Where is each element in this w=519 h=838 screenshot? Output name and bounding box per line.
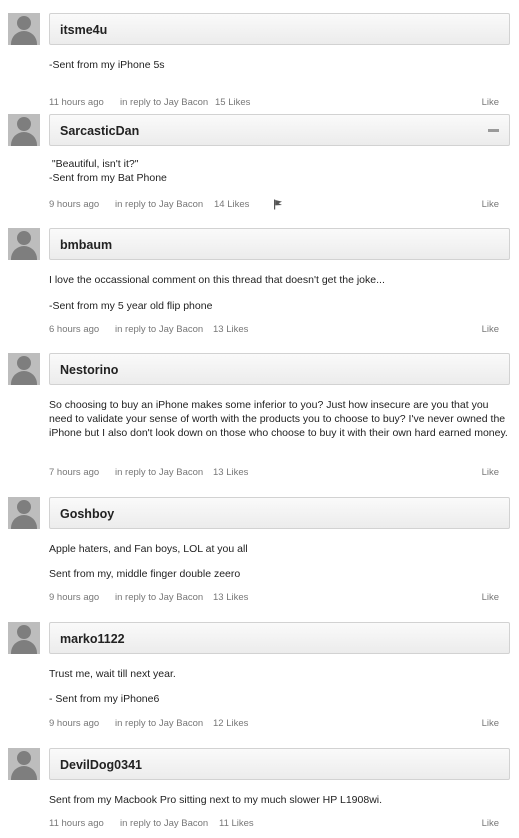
comment-meta: 9 hours ago in reply to Jay Bacon 14 Likes…: [49, 199, 499, 211]
timestamp-link[interactable]: 11 hours ago: [49, 97, 104, 108]
likes-count[interactable]: 15 Likes: [215, 97, 250, 108]
in-reply-to-link[interactable]: in reply to Jay Bacon: [115, 592, 203, 603]
author-name[interactable]: DevilDog0341: [60, 758, 142, 772]
likes-count[interactable]: 13 Likes: [213, 592, 248, 603]
comment-meta: 11 hours ago in reply to Jay Bacon 15 Like…: [49, 97, 499, 109]
likes-count[interactable]: 14 Likes: [214, 199, 249, 210]
comment-body: "Beautiful, isn't it?" -Sent from my Bat…: [49, 157, 511, 185]
comment-header-bar: Goshboy: [49, 497, 510, 529]
author-name[interactable]: marko1122: [60, 632, 125, 646]
collapse-icon[interactable]: [488, 129, 499, 132]
like-button[interactable]: Like: [482, 592, 499, 603]
comment-paragraph: Trust me, wait till next year.: [49, 668, 176, 680]
timestamp-link[interactable]: 9 hours ago: [49, 199, 99, 210]
comment-paragraph: So choosing to buy an iPhone makes some …: [49, 399, 509, 439]
timestamp-link[interactable]: 11 hours ago: [49, 818, 104, 829]
comment-header-bar: Nestorino: [49, 353, 510, 385]
like-button[interactable]: Like: [482, 467, 499, 478]
comment-header-bar: bmbaum: [49, 228, 510, 260]
in-reply-to-link[interactable]: in reply to Jay Bacon: [115, 467, 203, 478]
in-reply-to-link[interactable]: in reply to Jay Bacon: [120, 97, 208, 108]
like-button[interactable]: Like: [482, 97, 499, 108]
timestamp-link[interactable]: 9 hours ago: [49, 718, 99, 729]
in-reply-to-link[interactable]: in reply to Jay Bacon: [115, 199, 203, 210]
like-button[interactable]: Like: [482, 324, 499, 335]
comment-header-bar: SarcasticDan: [49, 114, 510, 146]
comment-paragraph: Sent from my, middle finger double zeero: [49, 568, 241, 580]
comment-paragraph: -Sent from my 5 year old flip phone: [49, 300, 213, 312]
comment-paragraph: -Sent from my iPhone 5s: [49, 59, 165, 71]
in-reply-to-link[interactable]: in reply to Jay Bacon: [115, 718, 203, 729]
author-name[interactable]: SarcasticDan: [60, 124, 139, 138]
author-name[interactable]: itsme4u: [60, 23, 107, 37]
author-name[interactable]: bmbaum: [60, 238, 112, 252]
comment-body: So choosing to buy an iPhone makes some …: [49, 398, 511, 440]
in-reply-to-link[interactable]: in reply to Jay Bacon: [115, 324, 203, 335]
comment-paragraph: Apple haters, and Fan boys, LOL at you a…: [49, 543, 248, 555]
comment-meta: 9 hours ago in reply to Jay Bacon 13 Likes…: [49, 592, 499, 604]
like-button[interactable]: Like: [482, 818, 499, 829]
likes-count[interactable]: 13 Likes: [213, 467, 248, 478]
comment-body: I love the occassional comment on this t…: [49, 273, 511, 313]
author-name[interactable]: Goshboy: [60, 507, 114, 521]
comment-body: -Sent from my iPhone 5s: [49, 58, 511, 72]
comment-header-bar: itsme4u: [49, 13, 510, 45]
comment-meta: 9 hours ago in reply to Jay Bacon 12 Likes…: [49, 718, 499, 730]
comment-meta: 6 hours ago in reply to Jay Bacon 13 Likes…: [49, 324, 499, 336]
in-reply-to-link[interactable]: in reply to Jay Bacon: [120, 818, 208, 829]
like-button[interactable]: Like: [482, 199, 499, 210]
comment-list: itsme4u -Sent from my iPhone 5s 11 hours a…: [0, 0, 519, 838]
comment-paragraph: "Beautiful, isn't it?" -Sent from my Bat…: [49, 158, 167, 184]
author-name[interactable]: Nestorino: [60, 363, 118, 377]
avatar-placeholder-icon[interactable]: [8, 353, 40, 385]
timestamp-link[interactable]: 6 hours ago: [49, 324, 99, 335]
likes-count[interactable]: 12 Likes: [213, 718, 248, 729]
comment-header-bar: DevilDog0341: [49, 748, 510, 780]
avatar-placeholder-icon[interactable]: [8, 114, 40, 146]
likes-count[interactable]: 13 Likes: [213, 324, 248, 335]
comment-body: Trust me, wait till next year. - Sent fro…: [49, 667, 511, 706]
comment-paragraph: I love the occassional comment on this t…: [49, 274, 385, 286]
comment-body: Apple haters, and Fan boys, LOL at you a…: [49, 542, 511, 581]
avatar-placeholder-icon[interactable]: [8, 622, 40, 654]
comment-paragraph: Sent from my Macbook Pro sitting next to…: [49, 794, 383, 806]
comment-meta: 11 hours ago in reply to Jay Bacon 11 Like…: [49, 818, 499, 830]
avatar-placeholder-icon[interactable]: [8, 497, 40, 529]
likes-count[interactable]: 11 Likes: [219, 818, 254, 829]
timestamp-link[interactable]: 9 hours ago: [49, 592, 99, 603]
comment-paragraph: - Sent from my iPhone6: [49, 693, 160, 705]
flag-icon[interactable]: [273, 199, 283, 210]
timestamp-link[interactable]: 7 hours ago: [49, 467, 99, 478]
comment-meta: 7 hours ago in reply to Jay Bacon 13 Likes…: [49, 467, 499, 479]
avatar-placeholder-icon[interactable]: [8, 748, 40, 780]
avatar-placeholder-icon[interactable]: [8, 228, 40, 260]
comment-header-bar: marko1122: [49, 622, 510, 654]
comment-body: Sent from my Macbook Pro sitting next to…: [49, 793, 511, 807]
like-button[interactable]: Like: [482, 718, 499, 729]
avatar-placeholder-icon[interactable]: [8, 13, 40, 45]
